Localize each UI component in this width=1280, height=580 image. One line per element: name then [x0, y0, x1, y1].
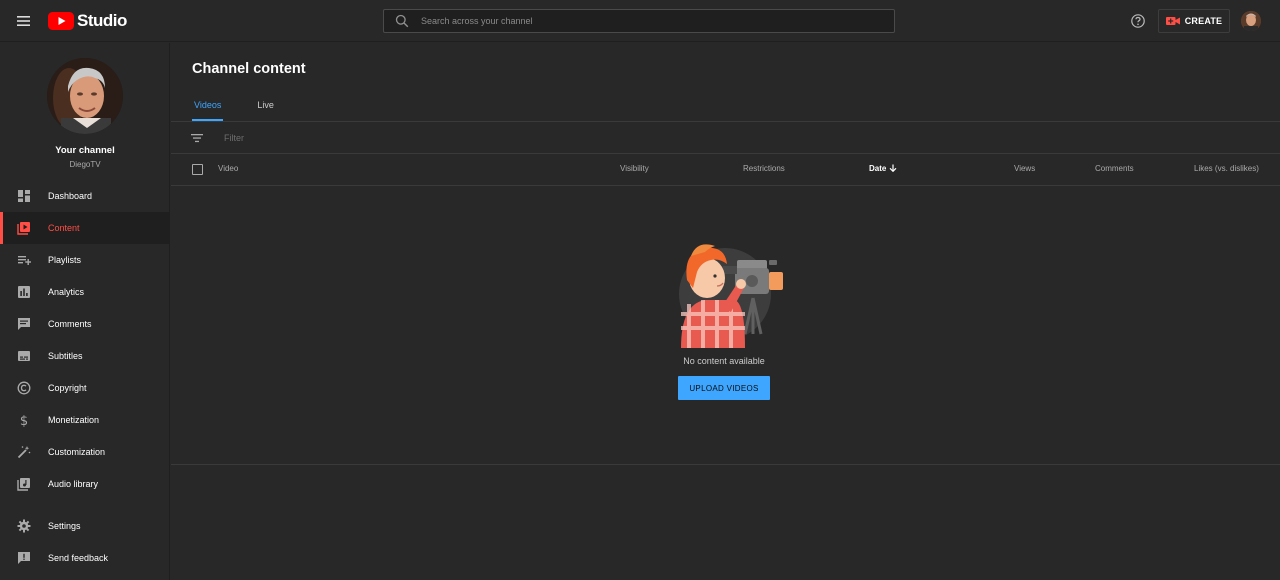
- filter-icon[interactable]: [190, 131, 204, 145]
- youtube-logo-icon: [48, 12, 74, 30]
- create-label: CREATE: [1184, 16, 1223, 26]
- sidebar-item-label: Content: [48, 223, 80, 233]
- sidebar-item-label: Settings: [48, 521, 81, 531]
- sidebar-bottom-nav: Settings Send feedback: [0, 510, 170, 574]
- video-camera-plus-icon: [1165, 17, 1180, 25]
- column-date[interactable]: Date: [869, 164, 897, 173]
- logo-text: Studio: [77, 11, 127, 30]
- comments-icon: [18, 318, 30, 330]
- column-date-label: Date: [869, 164, 887, 173]
- sidebar-item-monetization[interactable]: $ Monetization: [0, 404, 170, 436]
- playlists-icon: [18, 256, 31, 265]
- column-views: Views: [1014, 164, 1036, 173]
- sidebar-item-analytics[interactable]: Analytics: [0, 276, 170, 308]
- sidebar-item-comments[interactable]: Comments: [0, 308, 170, 340]
- content-icon: [17, 222, 30, 235]
- analytics-icon: [18, 286, 30, 298]
- search-input[interactable]: [421, 16, 894, 26]
- sidebar: Your channel DiegoTV Dashboard Content P…: [0, 43, 170, 580]
- sidebar-item-label: Comments: [48, 319, 92, 329]
- channel-title: Your channel: [55, 145, 115, 156]
- sidebar-item-label: Playlists: [48, 255, 82, 265]
- column-visibility: Visibility: [620, 164, 649, 173]
- table-bottom-divider: [171, 464, 1280, 465]
- select-all-checkbox[interactable]: [192, 164, 203, 175]
- sidebar-item-send-feedback[interactable]: Send feedback: [0, 542, 170, 574]
- dashboard-icon: [18, 190, 30, 202]
- sort-down-arrow-icon: [889, 164, 897, 172]
- sidebar-item-label: Audio library: [48, 479, 99, 489]
- camera-operator-illustration: [679, 244, 783, 348]
- content-tabs: Videos Live: [192, 95, 308, 121]
- svg-text:$: $: [20, 414, 28, 427]
- channel-avatar[interactable]: [47, 58, 123, 134]
- help-icon[interactable]: [1130, 13, 1146, 29]
- sidebar-item-label: Analytics: [48, 287, 85, 297]
- header-divider: [171, 185, 1280, 186]
- sidebar-item-playlists[interactable]: Playlists: [0, 244, 170, 276]
- account-avatar-image: [1241, 11, 1261, 31]
- empty-state-message: No content available: [683, 356, 765, 366]
- sidebar-item-label: Monetization: [48, 415, 100, 425]
- sidebar-item-subtitles[interactable]: Subtitles: [0, 340, 170, 372]
- studio-logo[interactable]: Studio: [48, 11, 127, 31]
- search-icon[interactable]: [395, 14, 409, 28]
- column-likes: Likes (vs. dislikes): [1194, 164, 1259, 173]
- sidebar-item-label: Copyright: [48, 383, 87, 393]
- search-bar[interactable]: [383, 9, 895, 33]
- sidebar-nav: Dashboard Content Playlists Analytics Co…: [0, 180, 170, 500]
- sidebar-item-copyright[interactable]: Copyright: [0, 372, 170, 404]
- copyright-icon: [17, 381, 31, 395]
- feedback-icon: [18, 552, 30, 564]
- column-comments: Comments: [1095, 164, 1134, 173]
- settings-icon: [17, 519, 31, 533]
- sidebar-item-label: Send feedback: [48, 553, 109, 563]
- upload-videos-button[interactable]: UPLOAD VIDEOS: [678, 376, 770, 400]
- page-title: Channel content: [192, 61, 306, 77]
- subtitles-icon: [18, 351, 30, 361]
- audio-library-icon: [17, 478, 30, 491]
- sidebar-item-label: Dashboard: [48, 191, 93, 201]
- column-video: Video: [218, 164, 239, 173]
- sidebar-item-label: Customization: [48, 447, 106, 457]
- filter-bar: [171, 123, 1280, 153]
- table-header: Video Visibility Restrictions Date Views…: [171, 154, 1280, 185]
- sidebar-item-dashboard[interactable]: Dashboard: [0, 180, 170, 212]
- main-content: Channel content Videos Live Video Visibi…: [171, 43, 1280, 580]
- sidebar-item-content[interactable]: Content: [0, 212, 170, 244]
- column-restrictions: Restrictions: [743, 164, 785, 173]
- tabs-divider: [171, 121, 1280, 122]
- tab-live[interactable]: Live: [255, 95, 276, 121]
- create-button[interactable]: CREATE: [1158, 9, 1230, 33]
- monetization-icon: $: [20, 414, 28, 427]
- account-avatar[interactable]: [1241, 11, 1261, 31]
- top-bar: Studio CREATE: [0, 0, 1280, 42]
- channel-name: DiegoTV: [69, 160, 101, 169]
- tab-videos[interactable]: Videos: [192, 95, 224, 121]
- sidebar-item-customization[interactable]: Customization: [0, 436, 170, 468]
- customization-icon: [17, 446, 31, 459]
- sidebar-item-label: Subtitles: [48, 351, 83, 361]
- filter-input[interactable]: [224, 133, 624, 143]
- sidebar-item-settings[interactable]: Settings: [0, 510, 170, 542]
- menu-icon[interactable]: [14, 11, 34, 31]
- channel-avatar-image: [47, 58, 123, 134]
- sidebar-item-audio-library[interactable]: Audio library: [0, 468, 170, 500]
